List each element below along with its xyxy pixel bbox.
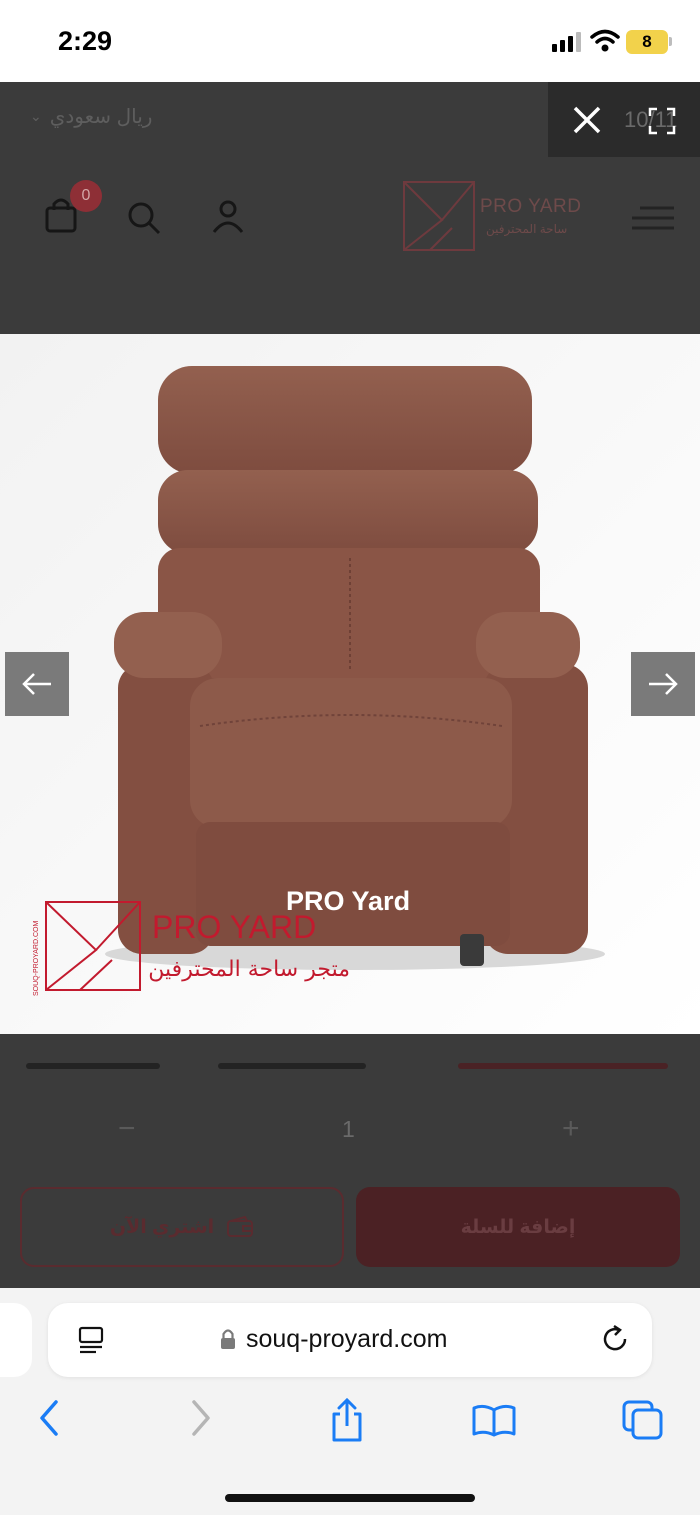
thumbnail-indicator[interactable] <box>218 1063 366 1069</box>
cellular-signal-icon <box>552 32 581 52</box>
share-icon[interactable] <box>328 1398 366 1442</box>
site-logo[interactable] <box>402 180 476 252</box>
logo-tagline: ساحة المحترفين <box>486 222 568 236</box>
watermark-name: PRO YARD <box>152 909 316 945</box>
home-indicator <box>225 1494 475 1502</box>
thumbnail-indicator[interactable] <box>26 1063 160 1069</box>
reload-icon[interactable] <box>600 1324 630 1354</box>
product-image: PRO Yard PRO YARD متجر ساحة المحترفين SO… <box>0 334 700 1034</box>
thumbnail-indicator[interactable] <box>458 1063 668 1069</box>
chevron-down-icon: ⌄ <box>30 108 42 124</box>
buy-now-button[interactable]: اشتري الآن <box>20 1187 344 1267</box>
search-icon[interactable] <box>126 200 162 236</box>
url-text[interactable]: souq-proyard.com <box>246 1325 447 1354</box>
currency-label: ريال سعودي <box>49 106 153 128</box>
fullscreen-icon[interactable] <box>648 107 676 135</box>
buy-now-label: اشتري الآن <box>109 1216 215 1238</box>
logo-name: PRO YARD <box>480 196 582 217</box>
cart-count-badge: 0 <box>70 180 102 212</box>
arrow-right-icon <box>649 673 678 695</box>
forward-icon[interactable] <box>188 1398 214 1438</box>
lock-icon <box>221 1329 235 1349</box>
next-image-button[interactable] <box>631 652 695 716</box>
watermark-tagline: متجر ساحة المحترفين <box>148 957 350 982</box>
status-time: 2:29 <box>58 26 113 56</box>
add-to-cart-label: إضافة للسلة <box>460 1216 576 1238</box>
add-to-cart-button[interactable]: إضافة للسلة <box>356 1187 680 1267</box>
battery-cap <box>669 37 672 46</box>
currency-select[interactable]: ⌄ ريال سعودي <box>30 104 152 129</box>
bookmarks-icon[interactable] <box>472 1404 516 1438</box>
previous-image-button[interactable] <box>5 652 69 716</box>
quantity-value[interactable]: 1 <box>342 1116 355 1143</box>
wifi-icon <box>590 29 620 52</box>
hamburger-menu-icon[interactable] <box>630 205 676 233</box>
close-icon[interactable] <box>572 105 602 135</box>
tabs-icon[interactable] <box>622 1400 664 1440</box>
back-icon[interactable] <box>36 1398 62 1438</box>
wallet-icon <box>227 1216 254 1237</box>
quantity-increase-button[interactable]: + <box>562 1112 580 1146</box>
quantity-decrease-button[interactable]: − <box>118 1112 136 1146</box>
arrow-left-icon <box>22 673 51 695</box>
battery-indicator: 8 <box>626 30 668 54</box>
previous-tab-preview[interactable] <box>0 1303 32 1377</box>
page-menu-icon[interactable] <box>78 1326 106 1354</box>
account-icon[interactable] <box>210 198 246 234</box>
watermark-side-text: SOUQ-PROYARD.COM <box>33 921 40 996</box>
